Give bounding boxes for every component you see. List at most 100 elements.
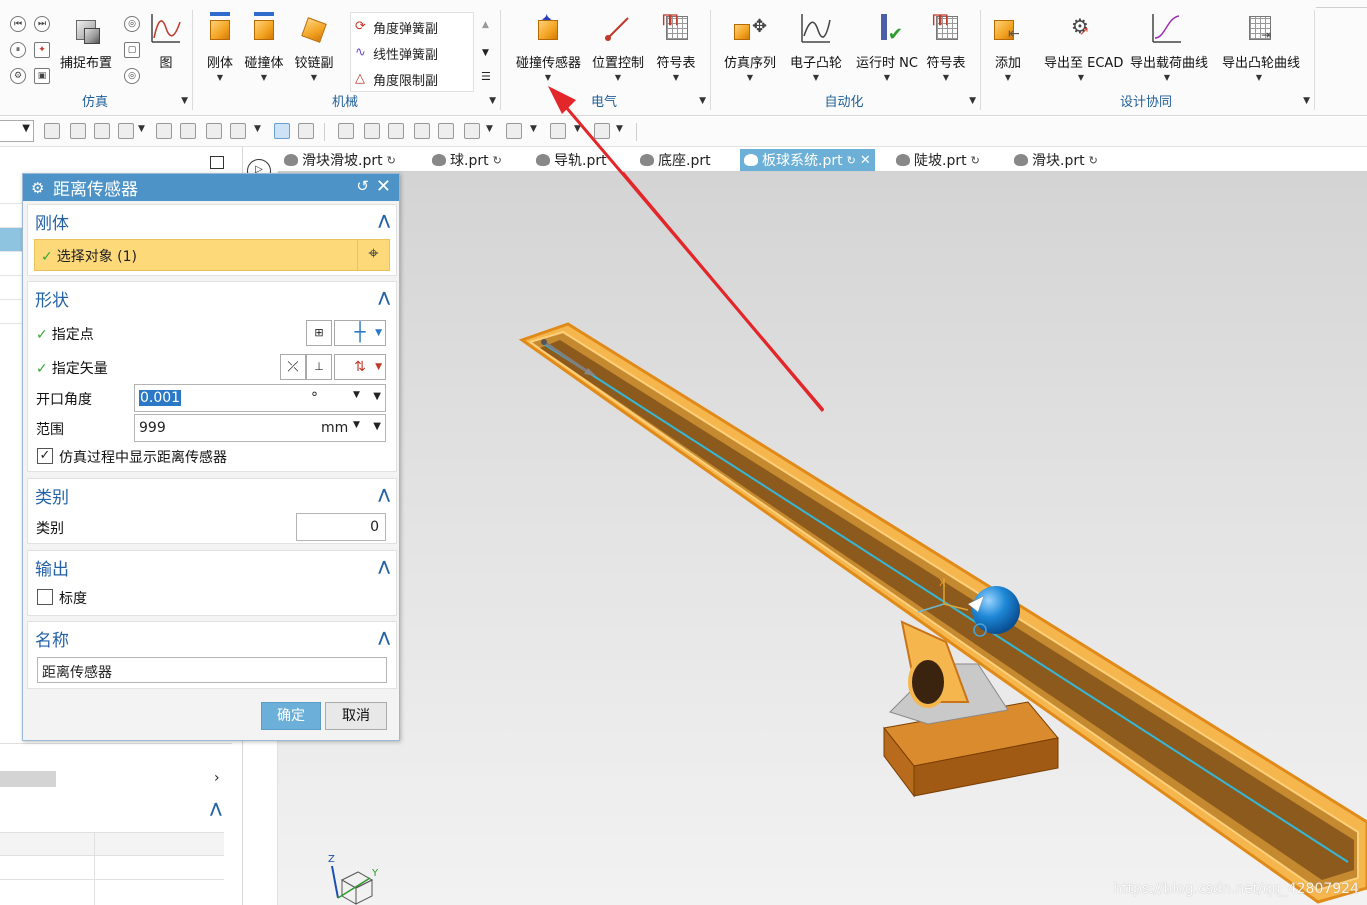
add-button[interactable]: ⇤ 添加 ▼	[978, 12, 1038, 82]
display-cube-dropdown-icon[interactable]: ▼	[574, 124, 581, 134]
step-forward-icon[interactable]: ⏭	[34, 16, 50, 32]
vector-type-select[interactable]: ⇅ ▼	[334, 354, 386, 380]
range-input[interactable]: 999 mm ▼ ▼	[134, 414, 386, 442]
collapse-details-icon[interactable]: ⋀	[210, 801, 222, 817]
output-section-header[interactable]: 输出 ⋀	[28, 551, 396, 583]
value-dropdown-icon[interactable]: ▼	[373, 421, 381, 432]
maximize-icon[interactable]	[210, 156, 224, 169]
dialog-titlebar[interactable]: ⚙ 距离传感器 ↺ ✕	[23, 174, 399, 201]
layer-dropdown-icon[interactable]: ▼	[616, 124, 623, 134]
scroll-up-icon[interactable]: ▲	[482, 20, 489, 30]
select-object-row[interactable]: ✓ 选择对象 (1) ⌖	[34, 239, 390, 271]
crosshair-icon[interactable]: ⌖	[357, 239, 389, 271]
camera-dropdown-icon[interactable]: ▼	[486, 124, 493, 134]
point-type-select[interactable]: ┼ ▼	[334, 320, 386, 346]
unit-dropdown-icon[interactable]: ▼	[353, 390, 360, 400]
unit-dropdown-icon[interactable]: ▼	[353, 420, 360, 430]
runtime-nc-dropdown-icon[interactable]: ▼	[854, 73, 920, 82]
add-dropdown-icon[interactable]: ▼	[978, 73, 1038, 82]
snap-misc-icon[interactable]	[230, 123, 246, 139]
orientation-triad[interactable]: Z Y	[326, 854, 386, 905]
close-icon[interactable]: ✕	[376, 176, 391, 197]
horizontal-scrollbar-thumb[interactable]	[0, 771, 56, 787]
expand-gallery-icon[interactable]: ☰	[481, 70, 491, 83]
group-elec-dropdown-icon[interactable]: ▼	[699, 96, 706, 106]
tab-ball[interactable]: 球.prt ↻	[432, 149, 502, 171]
select-body-icon[interactable]	[70, 123, 86, 139]
collapse-icon[interactable]: ⋀	[378, 290, 390, 306]
ok-button[interactable]: 确定	[261, 702, 321, 730]
collision-sensor-button[interactable]: ✦ 碰撞传感器 ▼	[516, 12, 581, 83]
snap-dropdown-icon[interactable]: ▼	[254, 124, 261, 134]
shape-section-header[interactable]: 形状 ⋀	[28, 282, 396, 314]
scale-checkbox[interactable]	[37, 589, 53, 605]
vector-dialog-button[interactable]: ⊥	[306, 354, 332, 380]
runtime-nc-button[interactable]: ✔ 运行时 NC ▼	[854, 12, 920, 82]
display-cube-icon[interactable]	[550, 123, 566, 139]
value-dropdown-icon[interactable]: ▼	[373, 391, 381, 402]
symbol-table-dropdown-icon[interactable]: ▼	[916, 73, 976, 82]
export-load-curve-dropdown-icon[interactable]: ▼	[1130, 73, 1204, 82]
group-mech-dropdown-icon[interactable]: ▼	[489, 96, 496, 106]
capture-layout-button[interactable]: 捕捉布置	[56, 12, 116, 71]
fit-view-icon[interactable]	[338, 123, 354, 139]
select-type-icon[interactable]	[118, 123, 134, 139]
signal-table-button[interactable]: ∏∏ 符号表 ▼	[646, 12, 706, 82]
collapse-icon[interactable]: ⋀	[378, 630, 390, 646]
section-view-icon[interactable]	[506, 123, 522, 139]
name-section-header[interactable]: 名称 ⋀	[28, 622, 396, 654]
scroll-down-icon[interactable]: ▼	[482, 48, 489, 58]
navigator-row[interactable]	[0, 180, 22, 204]
point-dialog-button[interactable]: ⊞	[306, 320, 332, 346]
name-input[interactable]: 距离传感器	[37, 657, 387, 683]
shaded-view-icon[interactable]	[274, 123, 290, 139]
tab-steep-slope[interactable]: 陡坡.prt ↻	[896, 149, 980, 171]
hinge-joint-button[interactable]: 铰链副 ▼	[284, 12, 344, 82]
angle-limit-item[interactable]: △ 角度限制副	[355, 67, 438, 91]
render-style-icon[interactable]	[438, 123, 454, 139]
filter-select[interactable]: ▼	[0, 120, 34, 142]
select-type-dropdown-icon[interactable]: ▼	[138, 124, 145, 134]
electronic-cam-button[interactable]: 电子凸轮 ▼	[786, 12, 846, 82]
close-tab-icon[interactable]: ✕	[860, 153, 871, 168]
category-section-header[interactable]: 类别 ⋀	[28, 479, 396, 511]
signal-table-dropdown-icon[interactable]: ▼	[646, 73, 706, 82]
electronic-cam-dropdown-icon[interactable]: ▼	[786, 73, 846, 82]
filter-icon[interactable]	[94, 123, 110, 139]
rigid-body-section-header[interactable]: 刚体 ⋀	[28, 205, 396, 237]
pause-icon[interactable]: ⏸	[10, 42, 26, 58]
export-ecad-button[interactable]: ⚙ ↗ 导出至 ECAD ▼	[1044, 12, 1123, 82]
zoom-view-icon[interactable]	[364, 123, 380, 139]
navigator-row[interactable]	[0, 300, 22, 324]
rotate-view-icon[interactable]	[388, 123, 404, 139]
collision-sensor-dropdown-icon[interactable]: ▼	[516, 73, 580, 82]
linear-spring-item[interactable]: ∿ 线性弹簧副	[355, 41, 438, 65]
snap-point-icon[interactable]	[156, 123, 172, 139]
tab-rail[interactable]: 导轨.prt	[536, 149, 614, 171]
hinge-joint-dropdown-icon[interactable]: ▼	[284, 73, 344, 82]
snap-face-icon[interactable]	[206, 123, 222, 139]
angular-spring-item[interactable]: ⟳ 角度弹簧副	[355, 15, 438, 39]
tab-base[interactable]: 底座.prt	[640, 149, 711, 171]
export-cam-curve-button[interactable]: ⇥ 导出凸轮曲线 ▼	[1222, 12, 1300, 82]
opening-angle-input[interactable]: 0.001 ° ▼ ▼	[134, 384, 386, 412]
snapshot-icon[interactable]: ⚙	[10, 68, 26, 84]
graphics-viewport[interactable]: X Z Y https://blog.csdn.net/qq_42807924	[278, 172, 1367, 905]
group-sim-dropdown-icon[interactable]: ▼	[181, 96, 188, 106]
sim-sequence-dropdown-icon[interactable]: ▼	[720, 73, 780, 82]
collapse-icon[interactable]: ⋀	[378, 213, 390, 229]
stop-icon[interactable]: ✦	[34, 42, 50, 58]
collapse-icon[interactable]: ⋀	[378, 559, 390, 575]
position-control-button[interactable]: 位置控制 ▼	[588, 12, 648, 82]
tab-slider[interactable]: 滑块.prt ↻	[1014, 149, 1098, 171]
export-ecad-dropdown-icon[interactable]: ▼	[1044, 73, 1118, 82]
group-auto-dropdown-icon[interactable]: ▼	[969, 96, 976, 106]
reset-icon[interactable]: ↺	[356, 177, 369, 195]
group-collab-dropdown-icon[interactable]: ▼	[1303, 96, 1310, 106]
export-cam-curve-dropdown-icon[interactable]: ▼	[1222, 73, 1296, 82]
category-input[interactable]: 0	[296, 513, 386, 541]
reverse-direction-button[interactable]: ⤫	[280, 354, 306, 380]
symbol-table-button[interactable]: ∏∏ 符号表 ▼	[916, 12, 976, 82]
rewind-icon[interactable]: ⏮	[10, 16, 26, 32]
orient-view-icon[interactable]	[414, 123, 430, 139]
